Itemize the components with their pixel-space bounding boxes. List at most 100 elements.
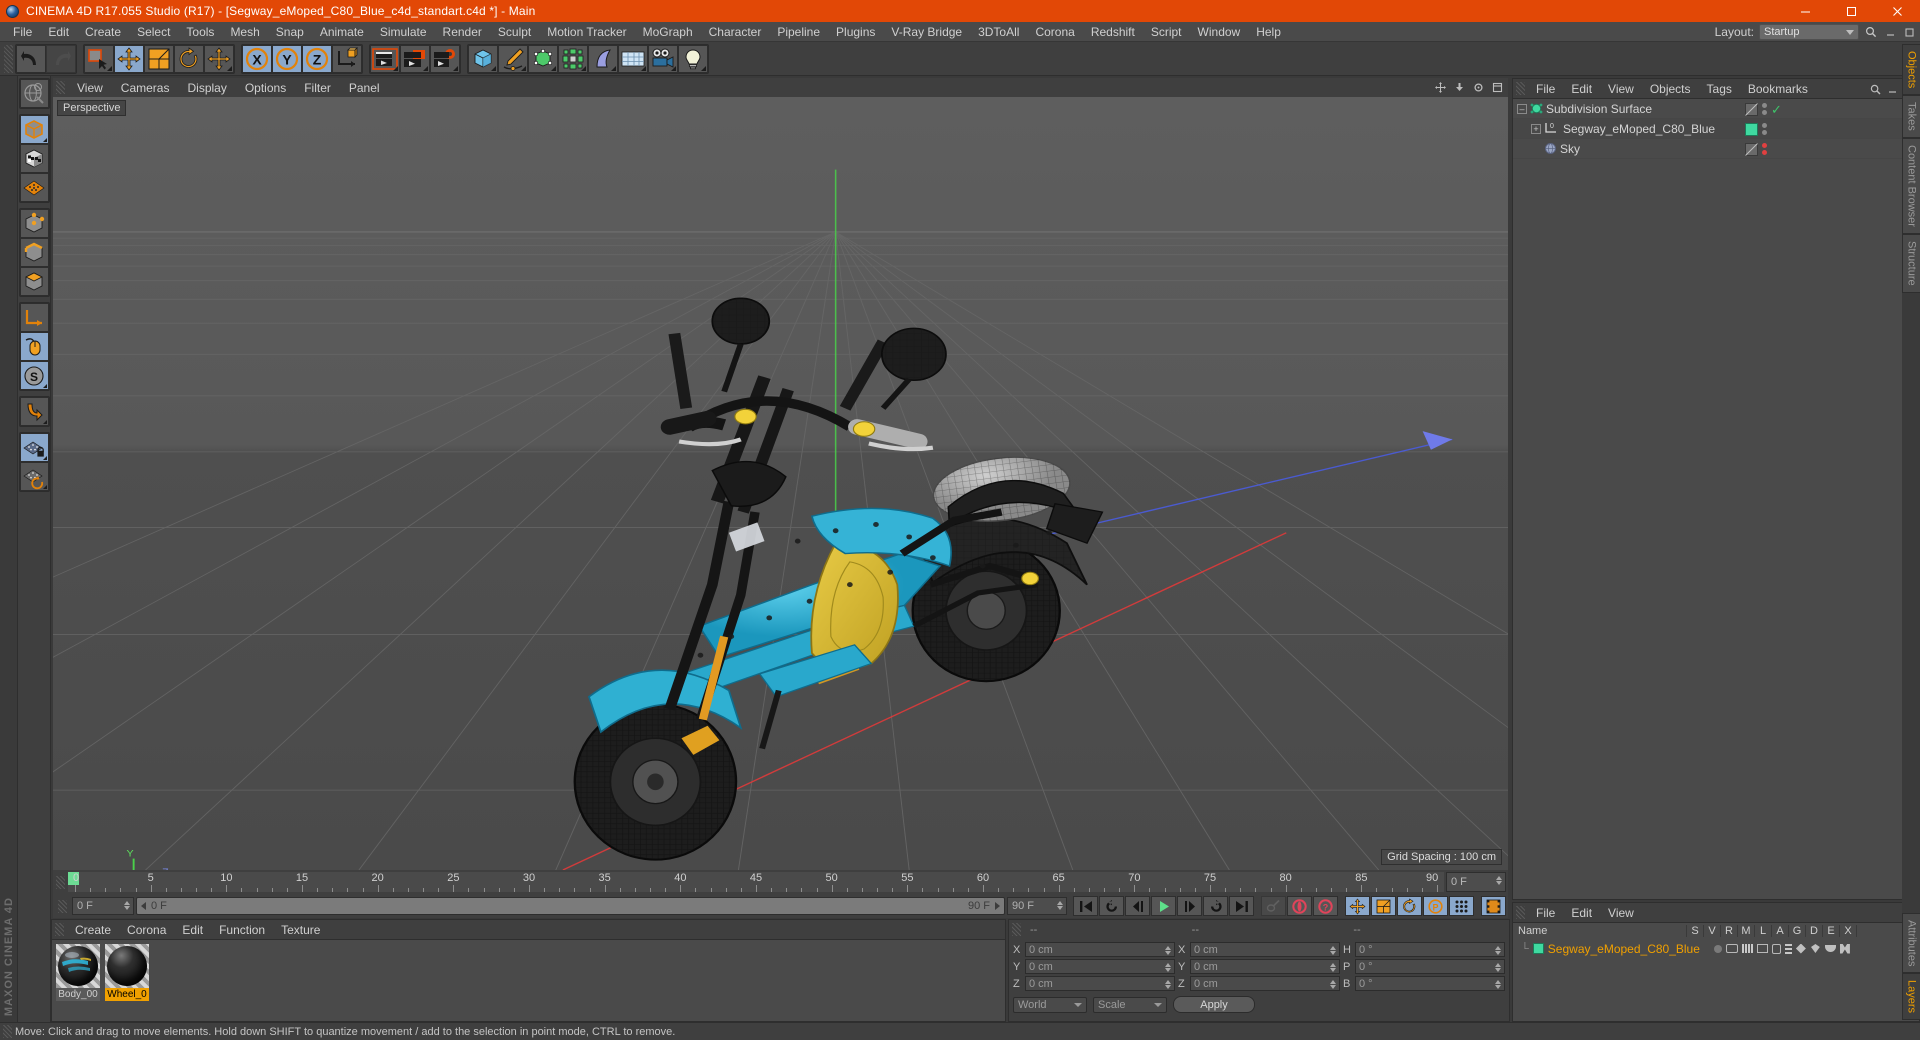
size-z-spinner[interactable] (1330, 980, 1336, 989)
record-pla-button[interactable] (1449, 896, 1474, 916)
viewport-menu-cameras[interactable]: Cameras (112, 78, 179, 98)
status-bar-grip[interactable] (3, 1025, 12, 1038)
play-button[interactable] (1151, 896, 1176, 916)
visibility-dots[interactable] (1762, 143, 1767, 155)
step-forward-button[interactable] (1177, 896, 1202, 916)
layer-row[interactable]: └ Segway_eMoped_C80_Blue (1513, 939, 1919, 958)
animation-icon[interactable] (1784, 943, 1792, 954)
object-manager-grip[interactable] (1516, 82, 1525, 95)
record-rotation-button[interactable] (1397, 896, 1422, 916)
add-camera-button[interactable] (648, 44, 678, 73)
menu-help[interactable]: Help (1248, 22, 1289, 42)
timeline-current-frame-field[interactable]: 0 F (1446, 872, 1506, 892)
viewport-menu-grip[interactable] (56, 81, 65, 94)
menu-script[interactable]: Script (1143, 22, 1190, 42)
model-mode-button[interactable] (19, 115, 49, 144)
live-selection-button[interactable] (84, 44, 114, 73)
texture-mode-button[interactable] (19, 144, 49, 173)
viewport-maximize-icon[interactable] (1490, 80, 1504, 94)
object-row-sky[interactable]: Sky (1513, 139, 1919, 159)
menu-character[interactable]: Character (701, 22, 770, 42)
coordinates-grip[interactable] (1012, 923, 1021, 936)
menu-vray-bridge[interactable]: V-Ray Bridge (883, 22, 970, 42)
menu-render[interactable]: Render (435, 22, 490, 42)
expander-toggle[interactable]: + (1531, 123, 1541, 134)
position-x-input[interactable]: 0 cm (1025, 942, 1175, 957)
search-icon[interactable] (1868, 82, 1882, 96)
playbar-frame-spinner[interactable] (124, 901, 130, 910)
menu-create[interactable]: Create (77, 22, 129, 42)
timeline-ruler[interactable]: 0 5 10 15 20 25 30 35 40 45 50 55 60 65 70 75 80 85 90 (68, 872, 1444, 892)
menu-plugins[interactable]: Plugins (828, 22, 883, 42)
play-forward-loop-button[interactable] (1203, 896, 1228, 916)
view-icon[interactable] (1725, 944, 1738, 953)
render-icon[interactable] (1741, 944, 1753, 953)
search-icon[interactable] (1864, 25, 1878, 39)
rotation-h-input[interactable]: 0 ° (1355, 942, 1505, 957)
add-environment-button[interactable] (618, 44, 648, 73)
object-row-segway-emoped[interactable]: + 0 Segway_eMoped_C80_Blue (1513, 119, 1919, 139)
point-mode-button[interactable] (19, 209, 49, 238)
record-position-button[interactable] (1345, 896, 1370, 916)
material-item-wheel[interactable]: Wheel_0 (105, 944, 149, 1001)
menu-window[interactable]: Window (1190, 22, 1249, 42)
layer-menu-view[interactable]: View (1600, 903, 1642, 923)
menu-3dtoall[interactable]: 3DToAll (970, 22, 1027, 42)
add-deformer-button[interactable] (588, 44, 618, 73)
redo-button[interactable] (46, 44, 76, 73)
add-nurbs-button[interactable] (528, 44, 558, 73)
position-x-spinner[interactable] (1165, 946, 1171, 955)
om-menu-edit[interactable]: Edit (1563, 79, 1600, 99)
om-menu-objects[interactable]: Objects (1642, 79, 1699, 99)
polygon-face-mode-button[interactable] (19, 267, 49, 296)
rotate-tool-button[interactable] (174, 44, 204, 73)
lock-workplane-button[interactable] (19, 433, 49, 462)
layer-col-m[interactable]: M (1738, 925, 1755, 937)
size-x-spinner[interactable] (1330, 946, 1336, 955)
tab-takes[interactable]: Takes (1902, 95, 1920, 139)
menu-pipeline[interactable]: Pipeline (769, 22, 828, 42)
polygon-mode-button[interactable] (19, 173, 49, 202)
timeline-grip[interactable] (56, 875, 65, 889)
visibility-dots[interactable] (1762, 123, 1767, 135)
position-z-input[interactable]: 0 cm (1025, 976, 1175, 991)
menu-select[interactable]: Select (129, 22, 178, 42)
lock-x-button[interactable]: X (242, 44, 272, 73)
menu-file[interactable]: File (5, 22, 40, 42)
viewport-solo-button[interactable] (19, 332, 49, 361)
layer-menu-file[interactable]: File (1528, 903, 1563, 923)
expander-toggle[interactable]: – (1517, 103, 1527, 114)
move-tool-button[interactable] (114, 44, 144, 73)
add-cube-button[interactable] (468, 44, 498, 73)
panel-minimize-icon[interactable] (1883, 25, 1897, 39)
rotation-p-input[interactable]: 0 ° (1355, 959, 1505, 974)
lock-z-button[interactable]: Z (302, 44, 332, 73)
close-button[interactable] (1874, 0, 1920, 22)
preview-range-slider[interactable]: 0 F 90 F (136, 897, 1005, 915)
menu-redshift[interactable]: Redshift (1083, 22, 1143, 42)
panel-minimize-icon[interactable] (1885, 82, 1899, 96)
material-menu-create[interactable]: Create (67, 920, 119, 940)
coordinate-system-dropdown[interactable]: World (1013, 996, 1087, 1013)
size-z-input[interactable]: 0 cm (1190, 976, 1340, 991)
viewport-menu-options[interactable]: Options (236, 78, 295, 98)
size-y-spinner[interactable] (1330, 963, 1336, 972)
record-button[interactable] (1287, 896, 1312, 916)
display-tag-icon[interactable] (1745, 142, 1758, 156)
manager-icon[interactable] (1756, 944, 1768, 953)
display-tag-icon[interactable] (1745, 102, 1758, 116)
layer-col-g[interactable]: G (1789, 925, 1806, 937)
tab-attributes[interactable]: Attributes (1902, 912, 1920, 973)
viewport-menu-view[interactable]: View (68, 78, 112, 98)
tab-objects[interactable]: Objects (1902, 44, 1920, 96)
layer-color-swatch[interactable] (1532, 943, 1544, 954)
material-name-body[interactable]: Body_00 (56, 988, 100, 1001)
deformer-icon[interactable] (1811, 944, 1820, 953)
play-backwards-button[interactable] (1099, 896, 1124, 916)
object-row-subdivision-surface[interactable]: – Subdivision Surface ✓ (1513, 99, 1919, 119)
menu-motion-tracker[interactable]: Motion Tracker (539, 22, 634, 42)
keyframe-selection-button[interactable]: ? (1313, 896, 1338, 916)
material-tag-icon[interactable] (1745, 122, 1758, 136)
material-menu-corona[interactable]: Corona (119, 920, 174, 940)
om-menu-tags[interactable]: Tags (1699, 79, 1740, 99)
